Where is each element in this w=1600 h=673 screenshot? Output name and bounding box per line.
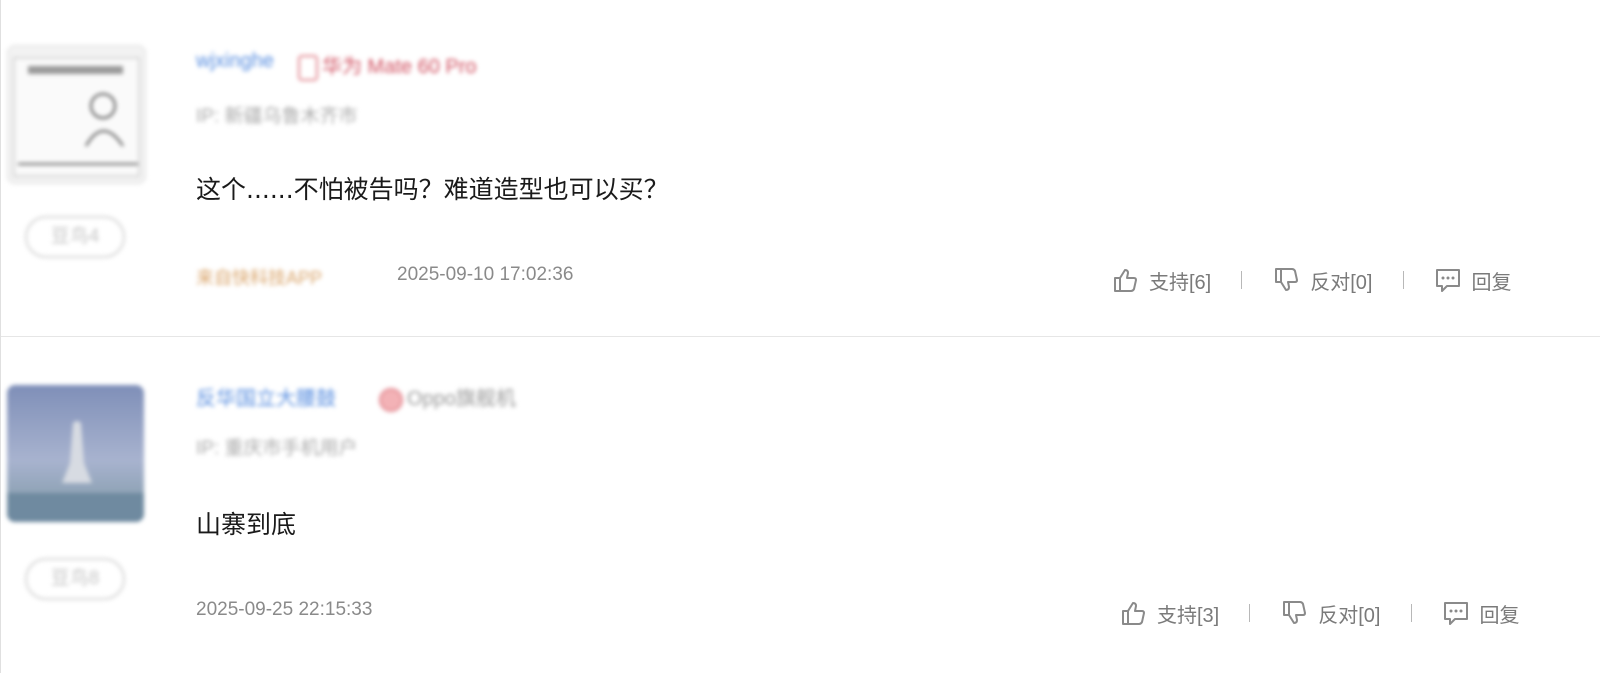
comment-timestamp: 2025-09-10 17:02:36 [397,264,574,285]
thumbs-down-icon [1275,268,1299,291]
support-count: 支持[6] [1149,271,1212,294]
divider [1241,271,1243,289]
divider [1402,271,1404,289]
comment-icon [1435,269,1460,292]
device-label: Oppo旗舰机 [407,388,516,410]
ip-location: IP: 重庆市手机用户 [196,438,358,459]
divider [1249,604,1251,622]
comment-actions: 支持[3] 反对[0] 回复 [1119,595,1520,631]
device-tag: Oppo旗舰机 [379,382,516,412]
reply-label: 回复 [1479,604,1520,627]
comment-text: 这个......不怕被告吗？难道造型也可以买？ [196,175,669,204]
reply-label: 回复 [1471,271,1512,294]
source-app[interactable]: 来自快科技APP [196,264,322,290]
phone-icon [379,387,403,412]
comment-icon [1443,602,1468,625]
oppose-button[interactable]: 反对[0] [1280,599,1381,628]
support-button[interactable]: 支持[3] [1119,599,1219,628]
comment-item: 豆鸟4 wjxinghe 华为 Mate 60 Pro IP: 新疆乌鲁木齐市 … [1,0,1600,337]
comment-timestamp: 2025-09-25 22:15:33 [196,599,373,620]
avatar[interactable] [7,385,144,522]
reply-button[interactable]: 回复 [1442,599,1520,628]
level-badge: 豆鸟4 [25,216,125,258]
ip-location: IP: 新疆乌鲁木齐市 [196,106,358,127]
oppose-count: 反对[0] [1318,604,1381,627]
comment-text: 山寨到底 [196,510,297,539]
support-count: 支持[3] [1157,604,1220,627]
device-label: 华为 Mate 60 Pro [322,56,477,78]
thumbs-up-icon [1114,269,1137,292]
avatar[interactable] [7,45,146,184]
comment-list: 豆鸟4 wjxinghe 华为 Mate 60 Pro IP: 新疆乌鲁木齐市 … [0,0,1600,673]
reply-button[interactable]: 回复 [1434,266,1512,295]
thumbs-up-icon [1122,602,1145,625]
divider [1410,604,1412,622]
comment-item: 豆鸟8 反华国立大腰鼓 Oppo旗舰机 IP: 重庆市手机用户 山寨到底 202… [1,337,1600,673]
thumbs-down-icon [1283,601,1307,624]
oppose-count: 反对[0] [1310,271,1373,294]
username-link[interactable]: wjxinghe [196,50,274,73]
device-tag: 华为 Mate 60 Pro [298,50,477,81]
phone-icon [298,54,318,81]
username-link[interactable]: 反华国立大腰鼓 [196,382,336,411]
oppose-button[interactable]: 反对[0] [1272,266,1373,295]
level-badge: 豆鸟8 [25,558,125,600]
comment-actions: 支持[6] 反对[0] 回复 [1111,262,1512,298]
support-button[interactable]: 支持[6] [1111,266,1211,295]
